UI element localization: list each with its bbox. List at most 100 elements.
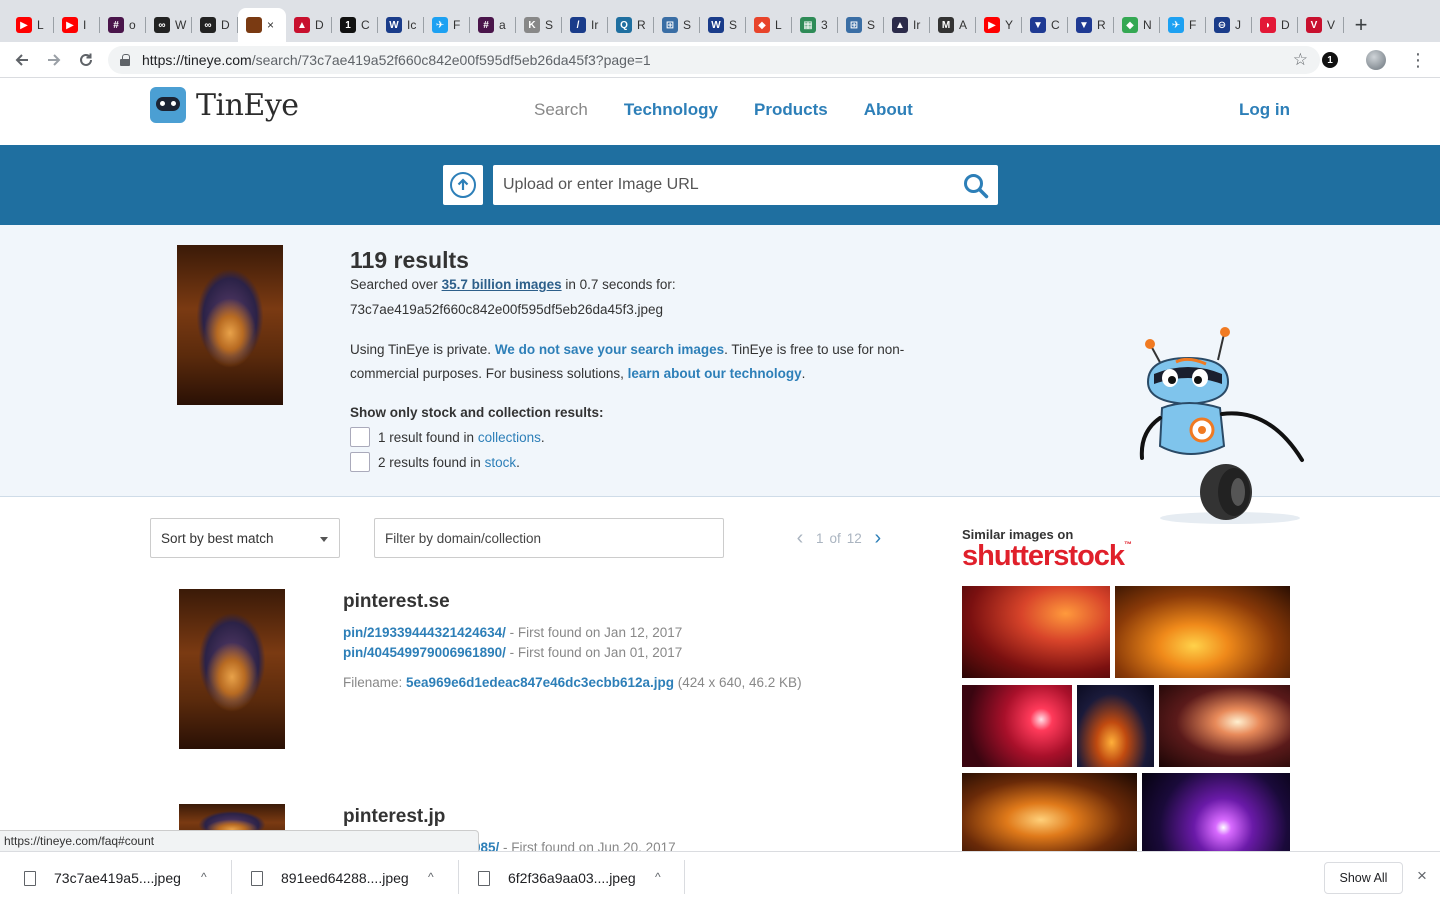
domain-filter-input[interactable] (374, 518, 724, 558)
tineye-logo[interactable]: TinEye (150, 87, 299, 123)
browser-tab[interactable]: # o (100, 8, 146, 42)
tab-favicon-icon: ◆ (754, 17, 770, 33)
tab-favicon-icon: # (108, 17, 124, 33)
stock-checkbox[interactable] (350, 452, 370, 472)
address-bar[interactable]: https://tineye.com/search/73c7ae419a52f6… (108, 46, 1320, 74)
match-filename-link[interactable]: 5ea969e6d1edeac847e46dc3ecbb612a.jpg (406, 675, 674, 690)
site-header: TinEye Search Technology Products About … (0, 78, 1440, 145)
browser-tab[interactable]: ▲ D (286, 8, 332, 42)
browser-tab[interactable]: ⊞ S (654, 8, 700, 42)
similar-image[interactable] (1115, 586, 1290, 678)
nav-products[interactable]: Products (754, 100, 828, 120)
browser-tab[interactable]: ⊖ J (1206, 8, 1252, 42)
browser-menu-icon[interactable]: ⋮ (1408, 50, 1428, 71)
chevron-up-icon[interactable]: ^ (428, 870, 434, 884)
tab-favicon-icon: 1 (340, 17, 356, 33)
browser-tab[interactable]: QR (608, 8, 654, 42)
collections-text: 1 result found in (378, 429, 478, 445)
similar-image[interactable] (962, 586, 1110, 678)
browser-tab[interactable]: W Ic (378, 8, 424, 42)
main-nav: Search Technology Products About (534, 100, 913, 120)
next-page-icon[interactable]: › (868, 527, 888, 550)
collections-link[interactable]: collections (478, 430, 541, 445)
show-all-button[interactable]: Show All (1324, 862, 1403, 894)
query-image-thumbnail[interactable] (177, 245, 283, 405)
privacy-text-1: Using TinEye is private. (350, 342, 495, 357)
nav-technology[interactable]: Technology (624, 100, 718, 120)
browser-tab[interactable]: KS (516, 8, 562, 42)
browser-tab[interactable]: # a (470, 8, 516, 42)
similar-image[interactable] (1142, 773, 1290, 851)
reload-icon[interactable] (70, 44, 102, 76)
browser-tab[interactable]: ▶ Y (976, 8, 1022, 42)
url-host: https://tineye.com (142, 52, 252, 68)
browser-tab[interactable]: WS (700, 8, 746, 42)
back-icon[interactable] (6, 44, 38, 76)
image-url-input[interactable] (493, 165, 998, 205)
login-link[interactable]: Log in (1239, 100, 1290, 120)
download-item[interactable]: 6f2f36a9aa03....jpeg ^ (478, 860, 678, 896)
prev-page-icon[interactable]: ‹ (790, 527, 810, 550)
forward-icon[interactable] (38, 44, 70, 76)
browser-tab[interactable]: ▼ C (1022, 8, 1068, 42)
link-status-bubble: https://tineye.com/faq#count (0, 830, 479, 852)
chevron-up-icon[interactable]: ^ (201, 870, 207, 884)
collections-filter[interactable]: 1 result found in collections. (350, 427, 545, 447)
browser-tab[interactable]: ▦ 3 (792, 8, 838, 42)
similar-image[interactable] (1159, 685, 1290, 767)
extension-1password-icon[interactable]: 1 (1322, 52, 1338, 68)
search-icon[interactable] (962, 172, 990, 200)
similar-image[interactable] (1077, 685, 1154, 767)
match-thumbnail[interactable] (179, 589, 285, 749)
browser-tab[interactable]: MA (930, 8, 976, 42)
period: . (540, 429, 545, 445)
browser-tab[interactable]: ◆ N (1114, 8, 1160, 42)
chevron-up-icon[interactable]: ^ (655, 870, 661, 884)
technology-link[interactable]: learn about our technology (628, 366, 802, 381)
browser-tab-active[interactable]: × (238, 8, 286, 42)
tab-favicon-icon: ▲ (294, 17, 310, 33)
browser-tab[interactable]: 1C (332, 8, 378, 42)
browser-tab[interactable]: ✈ F (1160, 8, 1206, 42)
download-filename: 73c7ae419a5....jpeg (54, 870, 181, 886)
similar-image[interactable] (962, 685, 1072, 767)
browser-tab[interactable]: ▶ I (54, 8, 100, 42)
browser-tab[interactable]: ✈ F (424, 8, 470, 42)
tab-title: Ir (591, 18, 599, 32)
new-tab-button[interactable]: + (1344, 8, 1378, 42)
profile-avatar[interactable] (1366, 50, 1386, 70)
stock-link[interactable]: stock (485, 455, 517, 470)
browser-tab[interactable]: ◗ D (1252, 8, 1298, 42)
download-item[interactable]: 891eed64288....jpeg ^ (251, 860, 451, 896)
searched-prefix: Searched over (350, 277, 442, 292)
privacy-link[interactable]: We do not save your search images (495, 342, 724, 357)
browser-tab[interactable]: ◆ L (746, 8, 792, 42)
tab-title: S (867, 18, 876, 32)
similar-image[interactable] (962, 773, 1137, 851)
collections-checkbox[interactable] (350, 427, 370, 447)
close-icon[interactable]: × (1413, 866, 1431, 886)
nav-about[interactable]: About (864, 100, 913, 120)
tab-favicon-icon: ∞ (200, 17, 216, 33)
match-link[interactable]: pin/404549979006961890/ (343, 645, 506, 660)
billion-images-link[interactable]: 35.7 billion images (442, 277, 562, 292)
browser-tab[interactable]: ⊞ S (838, 8, 884, 42)
browser-tab[interactable]: VV (1298, 8, 1344, 42)
browser-tab[interactable]: ▲ Ir (884, 8, 930, 42)
download-item[interactable]: 73c7ae419a5....jpeg ^ (24, 860, 224, 896)
browser-tab[interactable]: / Ir (562, 8, 608, 42)
shutterstock-logo[interactable]: shutterstock™ (962, 540, 1132, 573)
upload-button[interactable] (443, 165, 483, 205)
browser-tab[interactable]: ▼ R (1068, 8, 1114, 42)
bookmark-star-icon[interactable]: ☆ (1293, 50, 1308, 70)
browser-tab[interactable]: ▶ L (8, 8, 54, 42)
match-link[interactable]: pin/219339444321424634/ (343, 625, 506, 640)
stock-filter[interactable]: 2 results found in stock. (350, 452, 520, 472)
sort-select[interactable]: Sort by best match (150, 518, 340, 558)
close-tab-icon[interactable]: × (267, 18, 274, 32)
tab-title: C (361, 18, 370, 32)
browser-tab[interactable]: ∞ D (192, 8, 238, 42)
tab-title: F (453, 18, 461, 32)
browser-tab[interactable]: ∞ W (146, 8, 192, 42)
nav-search[interactable]: Search (534, 100, 588, 120)
